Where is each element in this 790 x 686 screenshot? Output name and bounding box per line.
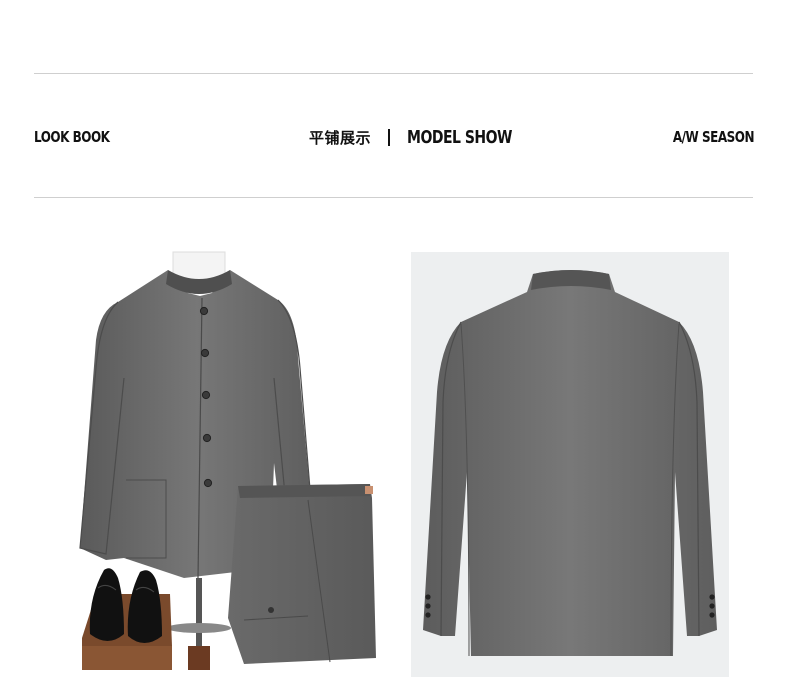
top-divider	[34, 73, 753, 74]
look-book-label: LOOK BOOK	[34, 128, 110, 146]
front-suit-photo	[78, 248, 378, 678]
title-separator	[388, 129, 391, 146]
section-title: 平铺展示 MODEL SHOW	[309, 127, 512, 148]
season-label: A/W SEASON	[672, 128, 755, 146]
back-view-photo	[411, 252, 729, 677]
bottom-divider	[34, 197, 753, 198]
title-chinese: 平铺展示	[309, 129, 372, 147]
title-english: MODEL SHOW	[407, 127, 512, 148]
